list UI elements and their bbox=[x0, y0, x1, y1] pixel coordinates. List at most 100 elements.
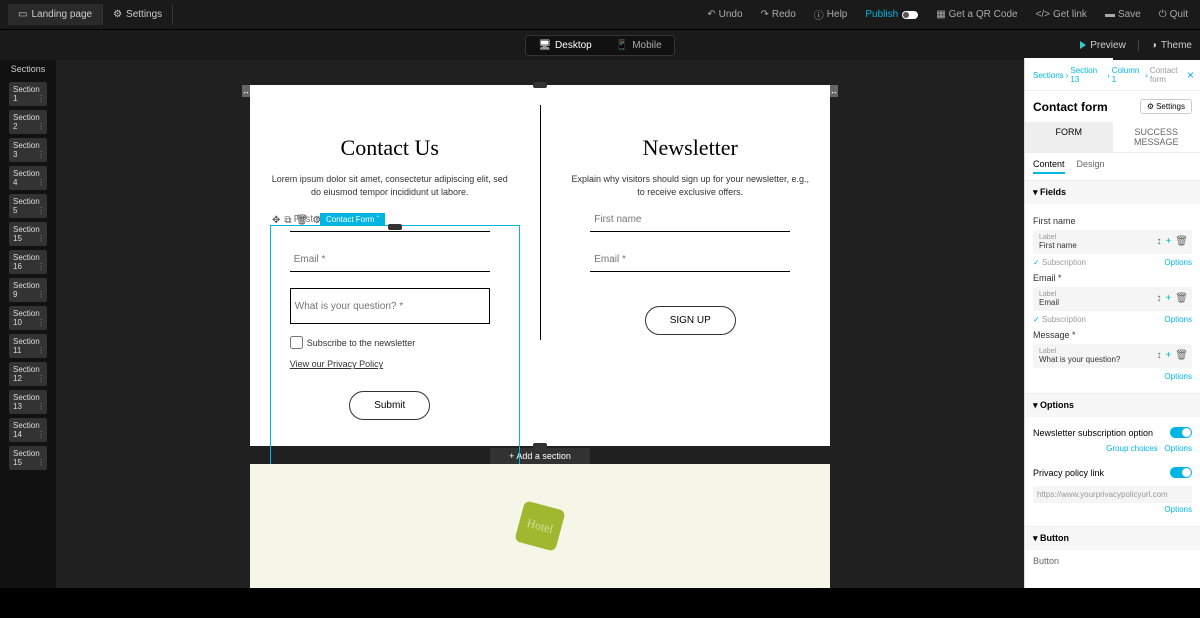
redo-label: Redo bbox=[772, 9, 796, 20]
theme-label: Theme bbox=[1161, 40, 1192, 51]
field1-sub: Subscription bbox=[1042, 258, 1086, 267]
privacy-url-input[interactable] bbox=[1033, 486, 1192, 503]
section-pill-7[interactable]: Section 9 bbox=[9, 278, 47, 302]
breadcrumb-section13[interactable]: Section 13 bbox=[1070, 66, 1105, 84]
options-accordion-head[interactable]: ▾ Options bbox=[1025, 394, 1200, 417]
theme-button[interactable]: ◑Theme bbox=[1151, 40, 1192, 51]
tab-landing-page[interactable]: ▭ Landing page bbox=[8, 4, 103, 25]
button-accordion-head[interactable]: ▾ Button bbox=[1025, 527, 1200, 550]
contact-column: Contact Us Lorem ipsum dolor sit amet, c… bbox=[260, 85, 520, 446]
qr-button[interactable]: ▦Get a QR Code bbox=[932, 7, 1021, 22]
contact-question-input[interactable] bbox=[290, 288, 490, 324]
section-pill-6[interactable]: Section 16 bbox=[9, 250, 47, 274]
resize-handle-right[interactable]: ↔ bbox=[830, 85, 838, 97]
qr-label: Get a QR Code bbox=[949, 9, 1018, 20]
field-firstname-box[interactable]: Label First name ↕+🗑 bbox=[1033, 230, 1192, 254]
field-message-box[interactable]: Label What is your question? ↕+🗑 bbox=[1033, 344, 1192, 368]
newsletter-toggle[interactable] bbox=[1170, 427, 1192, 438]
trash-icon[interactable]: 🗑 bbox=[1175, 236, 1188, 247]
help-button[interactable]: ⓘHelp bbox=[810, 5, 852, 24]
section-pill-5[interactable]: Section 15 bbox=[9, 222, 47, 246]
field-email-box[interactable]: Label Email ↕+🗑 bbox=[1033, 287, 1192, 311]
privacy-options-link[interactable]: Options bbox=[1164, 505, 1192, 514]
button-head-label: Button bbox=[1040, 533, 1069, 543]
getlink-label: Get link bbox=[1053, 9, 1087, 20]
quit-button[interactable]: ⏻Quit bbox=[1155, 7, 1192, 22]
drag-handle-top[interactable] bbox=[533, 82, 547, 88]
breadcrumb-column1[interactable]: Column 1 bbox=[1112, 66, 1143, 84]
subtab-success[interactable]: SUCCESS MESSAGE bbox=[1113, 122, 1200, 152]
redo-button[interactable]: ↷Redo bbox=[757, 7, 800, 22]
newsletter-email-input[interactable] bbox=[590, 248, 790, 272]
panel-close-icon[interactable]: × bbox=[1187, 68, 1194, 82]
subscribe-checkbox-row[interactable]: Subscribe to the newsletter bbox=[290, 336, 490, 349]
section-pill-1[interactable]: Section 2 bbox=[9, 110, 47, 134]
newsletter-column: Newsletter Explain why visitors should s… bbox=[561, 85, 821, 446]
section-pill-0[interactable]: Section 1 bbox=[9, 82, 47, 106]
move-up-icon[interactable]: ↕ bbox=[1156, 236, 1161, 247]
field2-options-link[interactable]: Options bbox=[1164, 315, 1192, 324]
subtab-form[interactable]: FORM bbox=[1025, 122, 1113, 152]
group-choices-link[interactable]: Group choices bbox=[1106, 444, 1158, 453]
device-bar: 🖥Desktop 📱Mobile Preview ◑Theme bbox=[0, 30, 1200, 60]
panel-title: Contact form bbox=[1033, 100, 1108, 114]
subscribe-checkbox[interactable] bbox=[290, 336, 303, 349]
section-pill-8[interactable]: Section 10 bbox=[9, 306, 47, 330]
field-firstname-title: First name bbox=[1033, 216, 1192, 226]
trash-icon[interactable]: 🗑 bbox=[1175, 293, 1188, 304]
top-header: ▭ Landing page ⚙ Settings ↶Undo ↷Redo ⓘH… bbox=[0, 0, 1200, 30]
trash-icon[interactable]: 🗑 bbox=[1175, 350, 1188, 361]
section-pill-2[interactable]: Section 3 bbox=[9, 138, 47, 162]
move-icon[interactable]: ✥ bbox=[272, 215, 280, 226]
field1-options-link[interactable]: Options bbox=[1164, 258, 1192, 267]
breadcrumb-sections[interactable]: Sections bbox=[1033, 71, 1064, 80]
newsletter-options-link[interactable]: Options bbox=[1164, 444, 1192, 453]
add-icon[interactable]: + bbox=[1165, 350, 1171, 361]
section-pill-4[interactable]: Section 5 bbox=[9, 194, 47, 218]
section-pill-9[interactable]: Section 11 bbox=[9, 334, 47, 358]
help-label: Help bbox=[827, 9, 848, 20]
move-up-icon[interactable]: ↕ bbox=[1156, 293, 1161, 304]
getlink-button[interactable]: </>Get link bbox=[1032, 7, 1091, 22]
form-drag-handle[interactable] bbox=[388, 224, 402, 230]
privacy-link[interactable]: View our Privacy Policy bbox=[290, 359, 490, 369]
publish-button[interactable]: Publish bbox=[861, 7, 922, 22]
drag-handle-bottom[interactable] bbox=[533, 443, 547, 449]
contact-email-input[interactable] bbox=[290, 248, 490, 272]
tab-settings-label: Settings bbox=[126, 9, 162, 20]
section-pill-3[interactable]: Section 4 bbox=[9, 166, 47, 190]
section-pill-10[interactable]: Section 12 bbox=[9, 362, 47, 386]
fields-accordion-head[interactable]: ▾ Fields bbox=[1025, 181, 1200, 204]
newsletter-firstname-input[interactable] bbox=[590, 208, 790, 232]
delete-icon[interactable]: 🗑 bbox=[296, 215, 309, 226]
duplicate-icon[interactable]: ⧉ bbox=[284, 215, 291, 226]
device-desktop[interactable]: 🖥Desktop bbox=[526, 36, 603, 55]
signup-button[interactable]: SIGN UP bbox=[645, 306, 736, 335]
publish-toggle[interactable] bbox=[902, 11, 918, 19]
section-pill-11[interactable]: Section 13 bbox=[9, 390, 47, 414]
section-pill-12[interactable]: Section 14 bbox=[9, 418, 47, 442]
add-icon[interactable]: + bbox=[1165, 236, 1171, 247]
help-icon: ⓘ bbox=[814, 7, 824, 22]
undo-button[interactable]: ↶Undo bbox=[703, 7, 746, 22]
tab-settings[interactable]: ⚙ Settings bbox=[103, 4, 173, 25]
innertab-design[interactable]: Design bbox=[1077, 159, 1105, 174]
preview-button[interactable]: Preview bbox=[1080, 40, 1126, 51]
panel-settings-button[interactable]: ⚙Settings bbox=[1140, 99, 1192, 114]
gear-icon: ⚙ bbox=[1147, 102, 1154, 111]
section-pill-13[interactable]: Section 15 bbox=[9, 446, 47, 470]
innertab-content[interactable]: Content bbox=[1033, 159, 1065, 174]
form-label-badge[interactable]: Contact Form ˆ bbox=[320, 213, 385, 226]
save-button[interactable]: ▬Save bbox=[1101, 7, 1145, 22]
canvas[interactable]: ↔ ↔ ✥ ⧉ 🗑 ⚙ Contact Form ˆ Contact Us Lo… bbox=[250, 85, 830, 446]
resize-handle-left[interactable]: ↔ bbox=[242, 85, 250, 97]
privacy-toggle[interactable] bbox=[1170, 467, 1192, 478]
newsletter-title: Newsletter bbox=[643, 135, 738, 161]
move-up-icon[interactable]: ↕ bbox=[1156, 350, 1161, 361]
quit-label: Quit bbox=[1170, 9, 1188, 20]
submit-button[interactable]: Submit bbox=[349, 391, 430, 420]
add-icon[interactable]: + bbox=[1165, 293, 1171, 304]
field3-options-link[interactable]: Options bbox=[1164, 372, 1192, 381]
device-mobile[interactable]: 📱Mobile bbox=[604, 36, 674, 55]
add-section-button[interactable]: + Add a section bbox=[490, 448, 590, 464]
